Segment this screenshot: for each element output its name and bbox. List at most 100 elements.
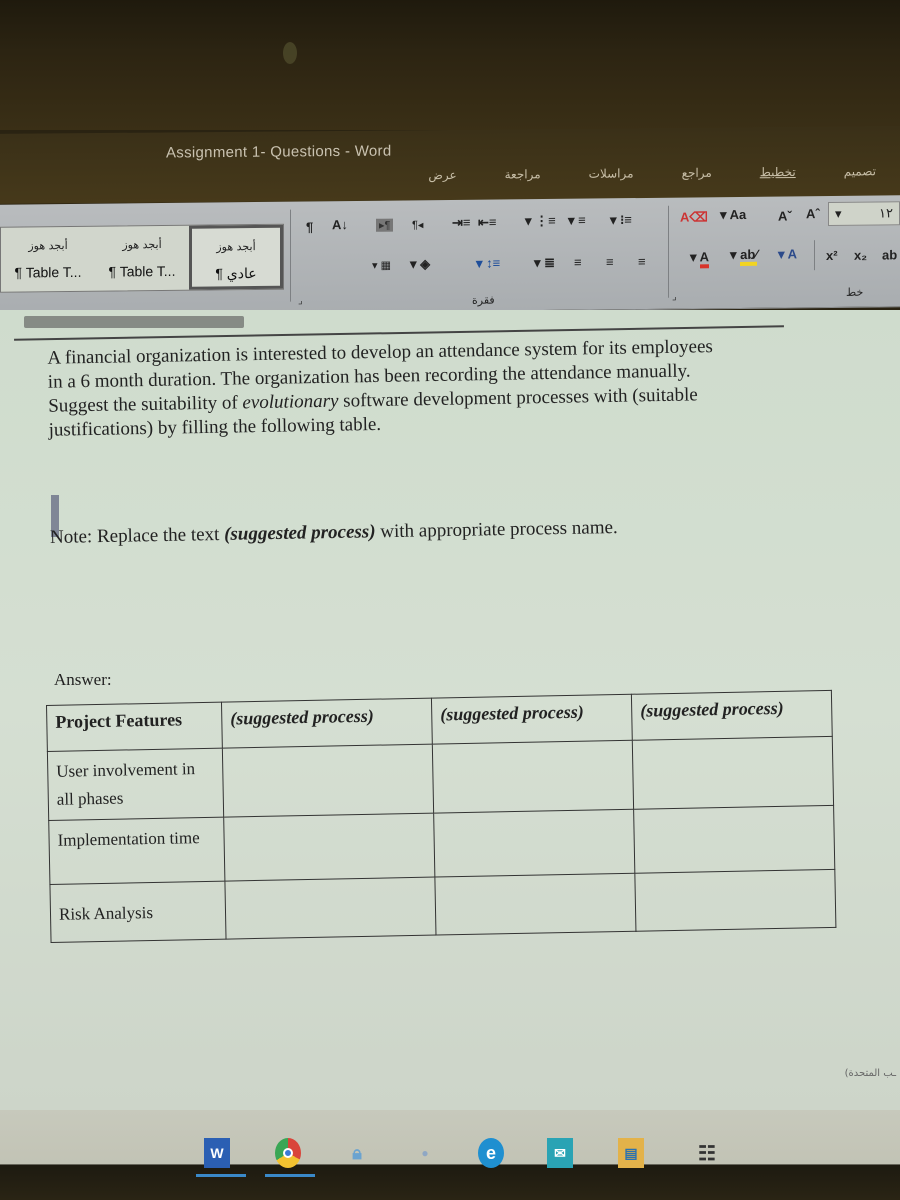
decrease-indent-icon[interactable]: ⇤≡	[478, 215, 496, 231]
question-paragraph: A financial organization is interested t…	[47, 333, 819, 442]
table-cell[interactable]	[223, 813, 435, 882]
tab-design[interactable]: تصميم	[820, 164, 900, 179]
mail-icon[interactable]: ✉	[547, 1138, 573, 1168]
change-case-label: Aa	[729, 206, 747, 223]
strikethrough-button[interactable]: ab	[882, 247, 897, 262]
chrome-taskbar-icon[interactable]	[275, 1138, 301, 1168]
word-taskbar-icon[interactable]: W	[204, 1138, 230, 1168]
show-formatting-icon[interactable]: ¶	[306, 219, 313, 234]
active-indicator	[265, 1174, 315, 1177]
document-page[interactable]: A financial organization is interested t…	[0, 310, 900, 1110]
cortana-icon[interactable]: ●	[412, 1138, 438, 1168]
rtl-direction-icon[interactable]: ¶◂	[412, 218, 423, 231]
style-name: ¶ عادي	[215, 265, 257, 282]
clear-formatting-icon[interactable]: A⌫	[680, 209, 708, 225]
note-text: Note: Replace the text (suggested proces…	[50, 517, 618, 549]
status-language[interactable]: (ـب المتحدة	[845, 1068, 896, 1079]
table-cell[interactable]	[434, 873, 636, 936]
font-color-icon: A	[699, 249, 710, 269]
task-view-icon[interactable]: ☷	[694, 1138, 720, 1168]
font-size-select[interactable]: ▾ ١٢	[828, 201, 900, 227]
style-preview: أبجد هوز	[122, 238, 162, 252]
font-group-label: خط	[846, 285, 864, 299]
header-cell[interactable]: Project Features	[46, 702, 223, 752]
shading-icon[interactable]: ▾ ◈	[410, 256, 430, 272]
center-icon[interactable]: ≡	[606, 254, 614, 269]
table-cell[interactable]	[222, 744, 434, 818]
header-cell[interactable]: (suggested process)	[631, 690, 833, 741]
tab-mailings[interactable]: مراسلات	[565, 166, 658, 181]
emphasis-text: (suggested process)	[223, 521, 376, 545]
feature-cell[interactable]: User involvement in all phases	[47, 748, 224, 821]
tab-review[interactable]: مراجعة	[481, 167, 565, 182]
answer-table: Project Features (suggested process) (su…	[46, 690, 836, 943]
table-cell[interactable]	[432, 740, 634, 814]
table-cell[interactable]	[634, 869, 836, 932]
grow-font-label: A	[806, 206, 816, 222]
active-indicator	[196, 1174, 246, 1177]
grow-font-icon[interactable]: Aˆ	[806, 206, 820, 221]
tab-view[interactable]: عرض	[404, 168, 480, 183]
title-bar: Assignment 1- Questions - Word تصميم تخط…	[0, 126, 900, 204]
table-cell[interactable]	[224, 877, 436, 940]
group-separator	[290, 209, 291, 302]
text-effects-button[interactable]: ▾ A	[778, 246, 797, 262]
shrink-font-icon[interactable]: Aˇ	[778, 208, 792, 223]
justify-icon[interactable]: ▾ ≣	[534, 255, 555, 271]
table-cell[interactable]	[433, 809, 635, 878]
paragraph-group-label: فقرة	[472, 293, 495, 307]
emphasis-text: evolutionary	[242, 390, 339, 414]
numbered-list-icon[interactable]: ▾ ≡	[568, 213, 586, 229]
webcam	[283, 42, 297, 64]
edge-icon[interactable]: e	[478, 1138, 504, 1168]
vpn-lock-icon[interactable]: 🔒︎	[344, 1138, 370, 1168]
group-separator	[668, 205, 669, 298]
bullet-list-icon[interactable]: ▾ ⁝≡	[610, 212, 632, 228]
subscript-button[interactable]: x₂	[854, 248, 867, 263]
header-cell[interactable]: (suggested process)	[431, 694, 633, 745]
file-explorer-icon[interactable]: ▤	[618, 1138, 644, 1168]
styles-launcher-icon[interactable]: ⌟	[298, 296, 303, 307]
borders-icon[interactable]: ▾ ▦	[372, 259, 391, 272]
style-table-title-1[interactable]: أبجد هوز ¶ Table T...	[95, 226, 189, 291]
ribbon-tabs: تصميم تخطيط مراجع مراسلات مراجعة عرض	[404, 164, 900, 182]
align-right-icon[interactable]: ≡	[638, 254, 646, 269]
align-left-icon[interactable]: ≡	[574, 255, 582, 270]
change-case-button[interactable]: ▾ Aa	[720, 207, 746, 223]
text-effects-icon: A	[787, 246, 798, 262]
taskbar: W 🔒︎ ● e ✉ ▤ ☷	[0, 1110, 900, 1200]
text-run: Suggest the suitability of	[48, 392, 243, 417]
increase-indent-icon[interactable]: ⇥≡	[452, 215, 470, 231]
ltr-direction-icon[interactable]: ▸¶	[376, 218, 394, 232]
text-run: software development processes with (sui…	[338, 384, 698, 412]
multilevel-list-icon[interactable]: ▾ ⋮≡	[525, 213, 556, 229]
table-cell[interactable]	[633, 805, 835, 874]
tab-layout[interactable]: تخطيط	[736, 165, 820, 180]
style-normal[interactable]: أبجد هوز ¶ عادي	[189, 224, 283, 290]
highlight-icon: ab∕	[740, 246, 758, 266]
screen-bezel	[0, 0, 900, 130]
header-cell[interactable]: (suggested process)	[221, 698, 433, 749]
style-name: ¶ Table T...	[108, 262, 176, 280]
highlight-button[interactable]: ▾ ab∕	[730, 246, 758, 266]
style-preview: أبجد هوز	[28, 239, 68, 253]
feature-cell[interactable]: Risk Analysis	[49, 881, 227, 943]
table-cell[interactable]	[632, 736, 834, 810]
style-preview: أبجد هوز	[216, 240, 256, 254]
ribbon: أبجد هوز ¶ Table T... أبجد هوز ¶ Table T…	[0, 195, 900, 317]
window-title: Assignment 1- Questions - Word	[166, 142, 392, 162]
group-separator	[814, 240, 815, 271]
feature-cell[interactable]: Implementation time	[48, 817, 225, 885]
sort-icon[interactable]: A↓	[332, 217, 348, 232]
superscript-button[interactable]: x²	[826, 248, 838, 263]
styles-gallery: أبجد هوز ¶ Table T... أبجد هوز ¶ Table T…	[0, 223, 284, 293]
heading-question-one	[24, 316, 244, 328]
style-table-title-2[interactable]: أبجد هوز ¶ Table T...	[1, 227, 95, 292]
style-name: ¶ Table T...	[14, 263, 82, 281]
line-spacing-icon[interactable]: ▾ ↕≡	[476, 255, 500, 271]
font-color-button[interactable]: ▾ A	[690, 249, 710, 269]
chevron-down-icon: ▾	[835, 205, 842, 221]
paragraph-launcher-icon[interactable]: ⌟	[672, 292, 677, 303]
tab-references[interactable]: مراجع	[658, 166, 736, 181]
text-run: Note: Replace the text	[49, 523, 225, 548]
